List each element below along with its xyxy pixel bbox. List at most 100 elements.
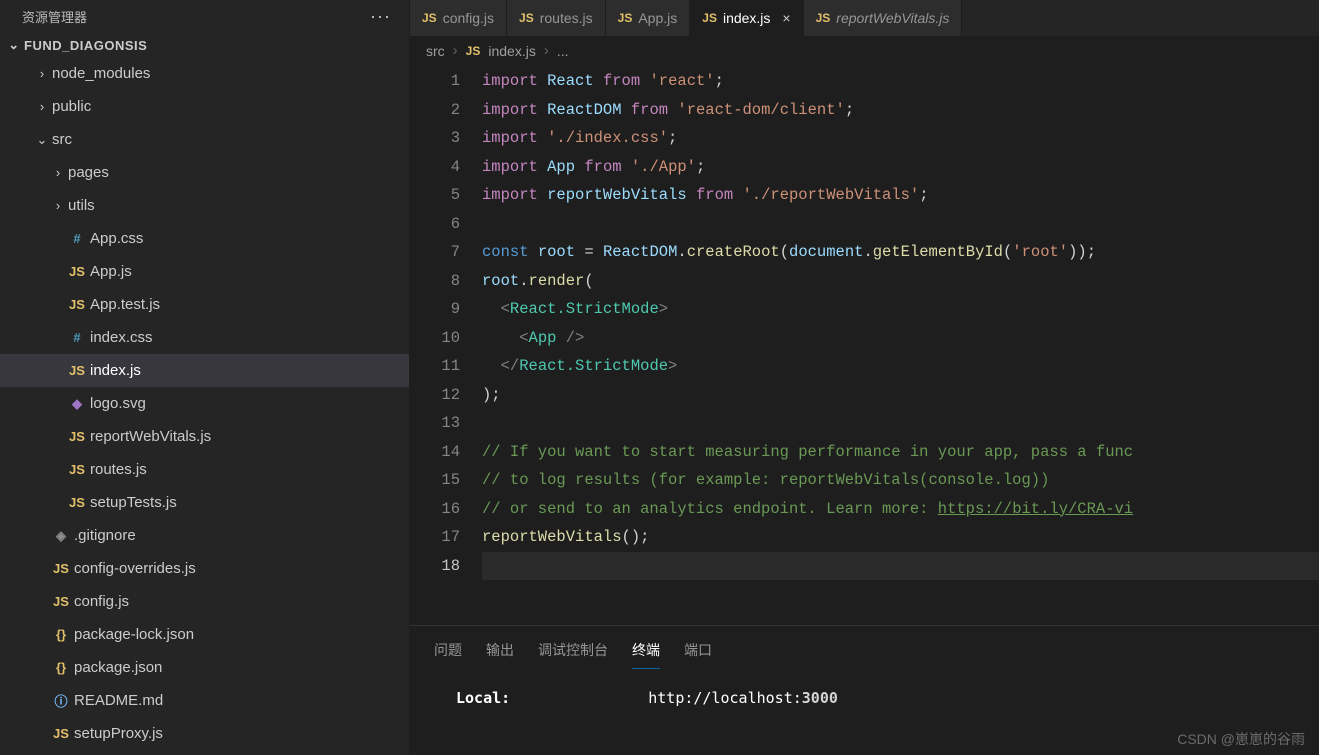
js-icon: JS (66, 264, 88, 279)
line-number: 16 (410, 495, 460, 524)
line-number: 1 (410, 67, 460, 96)
tree-item-label: package.json (72, 659, 162, 676)
file-item[interactable]: JSsetupProxy.js (0, 717, 409, 750)
editor-tab[interactable]: JS index.js × (690, 0, 803, 36)
code-line: <App /> (482, 324, 1319, 353)
terminal-label: Local: (456, 689, 510, 707)
explorer-sidebar: 资源管理器 ··· ⌄ FUND_DIAGONSIS ›node_modules… (0, 0, 410, 755)
code-line: import './index.css'; (482, 124, 1319, 153)
code-line: const root = ReactDOM.createRoot(documen… (482, 238, 1319, 267)
folder-item[interactable]: ›pages (0, 156, 409, 189)
folder-item[interactable]: ⌄src (0, 123, 409, 156)
line-number: 17 (410, 523, 460, 552)
explorer-header: 资源管理器 ··· (0, 0, 409, 35)
bottom-panel: 问题输出调试控制台终端端口 Local: http://localhost:30… (410, 625, 1319, 755)
file-item[interactable]: JSsetupTests.js (0, 486, 409, 519)
file-item[interactable]: ◆logo.svg (0, 387, 409, 420)
line-number: 18 (410, 552, 460, 581)
js-icon: JS (66, 462, 88, 477)
code-line: </React.StrictMode> (482, 352, 1319, 381)
js-icon: JS (66, 429, 88, 444)
panel-tab[interactable]: 问题 (434, 636, 462, 669)
file-item[interactable]: JSindex.js (0, 354, 409, 387)
code-line (482, 210, 1319, 239)
folder-item[interactable]: ›public (0, 90, 409, 123)
file-item[interactable]: JSconfig.js (0, 585, 409, 618)
chevron-down-icon: ⌄ (4, 37, 24, 53)
code-content[interactable]: import React from 'react';import ReactDO… (482, 67, 1319, 625)
editor-tab[interactable]: JSroutes.js (507, 0, 606, 36)
code-line: root.render( (482, 267, 1319, 296)
tree-item-label: public (50, 98, 91, 115)
file-item[interactable]: JSApp.test.js (0, 288, 409, 321)
file-item[interactable]: {}package-lock.json (0, 618, 409, 651)
editor-tab[interactable]: JSApp.js (606, 0, 691, 36)
chevron-down-icon: ⌄ (34, 132, 50, 148)
tree-item-label: App.css (88, 230, 143, 247)
file-item[interactable]: ◈.gitignore (0, 519, 409, 552)
breadcrumb[interactable]: src › JS index.js › ... (410, 36, 1319, 65)
file-item[interactable]: JSreportWebVitals.js (0, 420, 409, 453)
folder-item[interactable]: ›node_modules (0, 57, 409, 90)
tree-item-label: config-overrides.js (72, 560, 196, 577)
project-root-row[interactable]: ⌄ FUND_DIAGONSIS (0, 35, 409, 57)
folder-item[interactable]: ›utils (0, 189, 409, 222)
tab-label: index.js (723, 10, 770, 26)
code-line: import React from 'react'; (482, 67, 1319, 96)
file-item[interactable]: #index.css (0, 321, 409, 354)
editor-tab[interactable]: JSconfig.js (410, 0, 507, 36)
file-item[interactable]: ⓘREADME.md (0, 684, 409, 717)
line-number: 10 (410, 324, 460, 353)
file-item[interactable]: JSroutes.js (0, 453, 409, 486)
explorer-title: 资源管理器 (22, 7, 87, 26)
line-number: 3 (410, 124, 460, 153)
panel-tab[interactable]: 终端 (632, 636, 660, 669)
code-line: <React.StrictMode> (482, 295, 1319, 324)
line-number: 8 (410, 267, 460, 296)
chevron-right-icon: › (544, 42, 549, 59)
svg-icon: ◆ (66, 396, 88, 412)
tree-item-label: utils (66, 197, 95, 214)
line-number: 5 (410, 181, 460, 210)
js-icon: JS (702, 11, 717, 25)
code-editor[interactable]: 123456789101112131415161718 import React… (410, 65, 1319, 625)
code-line: // or send to an analytics endpoint. Lea… (482, 495, 1319, 524)
close-icon[interactable]: × (782, 10, 790, 26)
line-number: 12 (410, 381, 460, 410)
file-item[interactable]: {}package.json (0, 651, 409, 684)
panel-tab[interactable]: 调试控制台 (538, 636, 608, 669)
chevron-right-icon: › (50, 198, 66, 213)
line-number: 4 (410, 153, 460, 182)
chevron-right-icon: › (453, 42, 458, 59)
line-number: 7 (410, 238, 460, 267)
js-icon: JS (519, 11, 534, 25)
tree-item-label: src (50, 131, 72, 148)
explorer-more-icon[interactable]: ··· (370, 6, 391, 27)
css-icon: # (66, 330, 88, 345)
tab-label: config.js (443, 10, 494, 26)
panel-tab[interactable]: 端口 (684, 636, 712, 669)
file-item[interactable]: JSconfig-overrides.js (0, 552, 409, 585)
terminal-url: http://localhost: (648, 689, 802, 707)
js-icon: JS (50, 726, 72, 741)
tree-item-label: index.js (88, 362, 141, 379)
file-item[interactable]: #App.css (0, 222, 409, 255)
line-gutter: 123456789101112131415161718 (410, 67, 482, 625)
editor-tab[interactable]: JSreportWebVitals.js (804, 0, 963, 36)
code-line: ); (482, 381, 1319, 410)
project-name: FUND_DIAGONSIS (24, 38, 147, 53)
panel-tabs: 问题输出调试控制台终端端口 (410, 626, 1319, 669)
js-icon: JS (50, 561, 72, 576)
code-line: import reportWebVitals from './reportWeb… (482, 181, 1319, 210)
tree-item-label: logo.svg (88, 395, 146, 412)
watermark-text: CSDN @崽崽的谷雨 (1177, 729, 1305, 749)
tree-item-label: config.js (72, 593, 129, 610)
js-icon: JS (66, 363, 88, 378)
file-item[interactable]: JSApp.js (0, 255, 409, 288)
line-number: 6 (410, 210, 460, 239)
panel-tab[interactable]: 输出 (486, 636, 514, 669)
code-line: import App from './App'; (482, 153, 1319, 182)
terminal-port: 3000 (802, 689, 838, 707)
tree-item-label: App.js (88, 263, 132, 280)
tab-label: App.js (638, 10, 677, 26)
